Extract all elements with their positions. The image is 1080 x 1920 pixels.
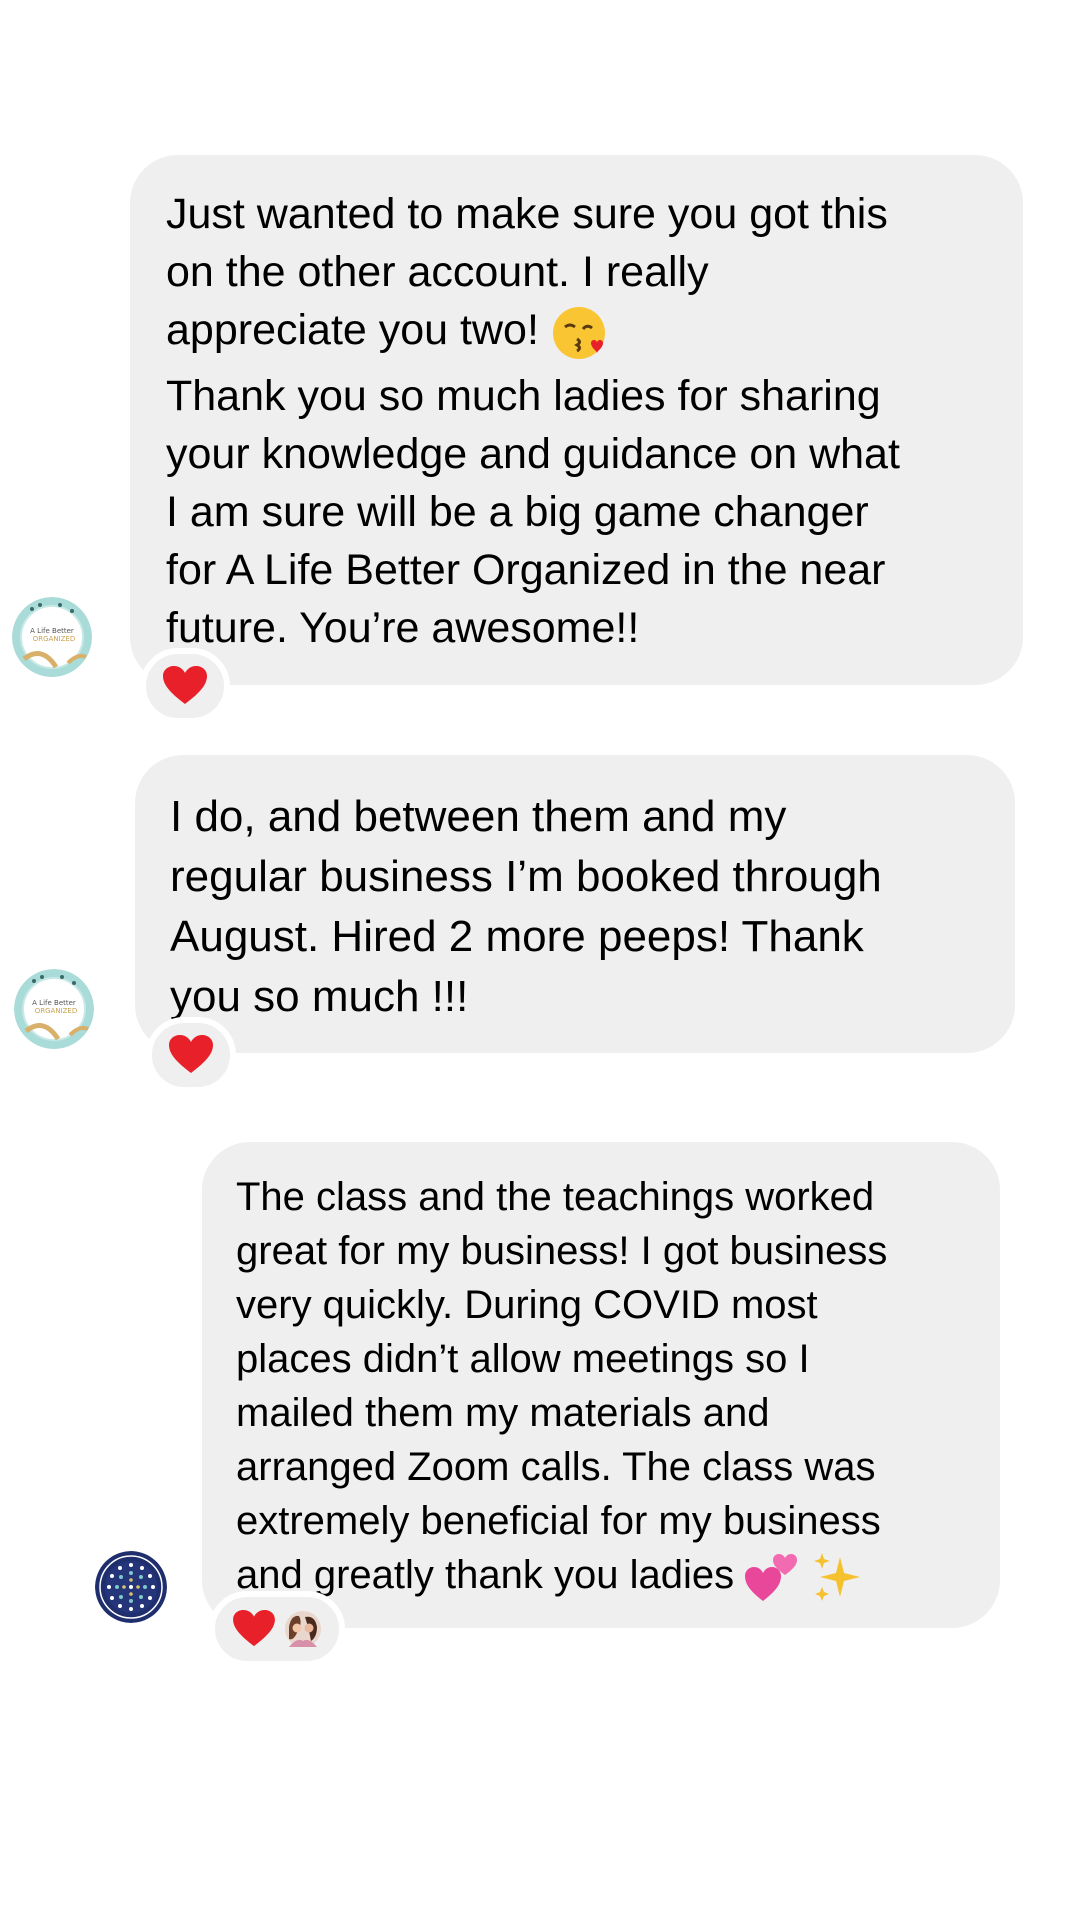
- message-text: Thank you so much ladies for sharing you…: [166, 371, 900, 652]
- reaction-badge[interactable]: [140, 648, 230, 724]
- reaction-badge[interactable]: [209, 1591, 345, 1667]
- red-heart-icon: [233, 1610, 275, 1647]
- svg-text:ORGANIZED: ORGANIZED: [35, 1007, 78, 1015]
- message-text: I do, and between them and my regular bu…: [170, 792, 882, 1021]
- two-hearts-emoji: [745, 1554, 798, 1602]
- message-text: Just wanted to make sure you got this on…: [166, 185, 993, 361]
- kissing-heart-emoji: [552, 306, 605, 359]
- sender-avatar[interactable]: [95, 1551, 167, 1623]
- blue-circle-avatar: [95, 1551, 167, 1623]
- message-bubble[interactable]: Just wanted to make sure you got this on…: [130, 155, 1023, 685]
- reaction-badge[interactable]: [146, 1017, 236, 1093]
- message-bubble[interactable]: I do, and between them and my regular bu…: [135, 755, 1015, 1053]
- red-heart-icon: [163, 666, 207, 704]
- svg-text:A Life Better: A Life Better: [32, 999, 76, 1007]
- user-avatar-reaction: [285, 1611, 321, 1647]
- organized-logo-avatar: A Life Better ORGANIZED: [12, 597, 92, 677]
- svg-text:ORGANIZED: ORGANIZED: [33, 635, 76, 643]
- sparkles-emoji: [814, 1553, 861, 1602]
- message-bubble[interactable]: The class and the teachings worked great…: [202, 1142, 1000, 1628]
- sender-avatar[interactable]: A Life Better ORGANIZED: [12, 597, 92, 677]
- red-heart-icon: [169, 1035, 213, 1073]
- svg-text:A Life Better: A Life Better: [30, 627, 74, 635]
- sender-avatar[interactable]: A Life Better ORGANIZED: [14, 969, 94, 1049]
- message-text: The class and the teachings worked great…: [236, 1170, 970, 1603]
- organized-logo-avatar: A Life Better ORGANIZED: [14, 969, 94, 1049]
